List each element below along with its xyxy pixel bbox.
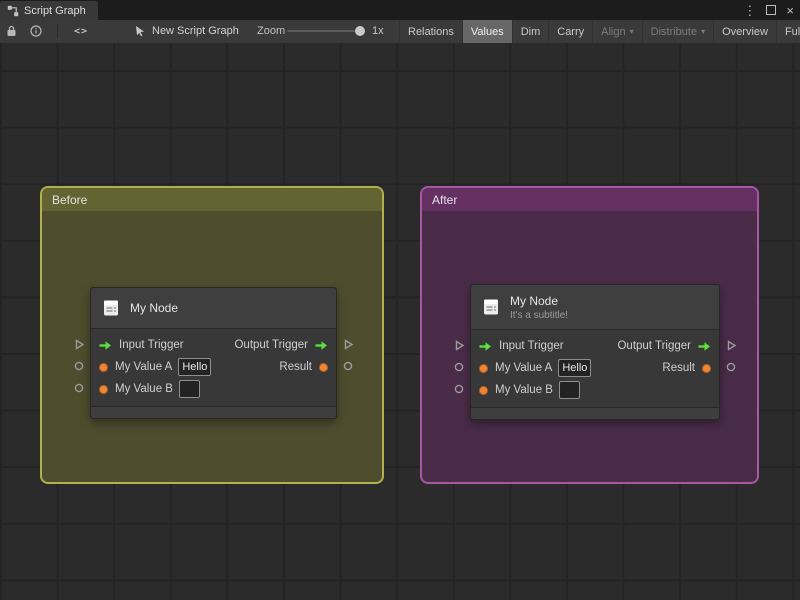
group-label: After bbox=[432, 192, 458, 207]
code-icon[interactable]: <> bbox=[74, 20, 88, 42]
ext-flow-in-port[interactable] bbox=[453, 339, 465, 351]
tab-bar: Script Graph ⋮ × bbox=[0, 0, 800, 20]
node-title: My Node bbox=[130, 301, 179, 315]
values-button[interactable]: Values bbox=[462, 20, 513, 43]
zoom-slider-track bbox=[287, 30, 361, 32]
value-a-field[interactable]: Hello bbox=[558, 359, 592, 377]
group-before-header[interactable]: Before bbox=[42, 188, 382, 211]
ext-value-port[interactable] bbox=[342, 360, 354, 372]
port-label: My Value B bbox=[115, 383, 173, 395]
relations-button[interactable]: Relations bbox=[399, 20, 463, 43]
graph-breadcrumb[interactable]: New Script Graph bbox=[134, 20, 239, 42]
value-a-field[interactable]: Hello bbox=[178, 358, 212, 376]
toolbar: <> New Script Graph Zoom 1x Relations Va… bbox=[0, 20, 800, 44]
value-port-icon[interactable] bbox=[701, 363, 712, 374]
maximize-icon[interactable] bbox=[766, 5, 777, 15]
group-before[interactable]: Before My Node Input Trigger Output Trig… bbox=[40, 186, 384, 484]
overview-button[interactable]: Overview bbox=[714, 20, 777, 43]
ext-value-port[interactable] bbox=[453, 383, 465, 395]
port-row: My Value B bbox=[471, 379, 719, 401]
fullscreen-button[interactable]: Full Scr bbox=[777, 20, 800, 43]
ext-flow-out-port[interactable] bbox=[342, 338, 354, 350]
node-footer bbox=[91, 406, 336, 418]
value-b-field[interactable] bbox=[178, 380, 200, 398]
flow-out-port-icon[interactable] bbox=[314, 340, 329, 351]
port-row: My Value B bbox=[91, 378, 336, 400]
port-label: Output Trigger bbox=[234, 339, 308, 351]
tab-title: Script Graph bbox=[24, 4, 86, 17]
toolbar-separator bbox=[57, 24, 58, 38]
script-graph-icon bbox=[7, 5, 19, 17]
ext-flow-out-port[interactable] bbox=[725, 339, 737, 351]
port-rows: Input Trigger Output Trigger My Value A … bbox=[91, 329, 336, 406]
lock-icon[interactable] bbox=[6, 20, 17, 42]
chevron-down-icon: ▾ bbox=[701, 27, 706, 36]
port-rows: Input Trigger Output Trigger My Value A … bbox=[471, 330, 719, 407]
flow-in-port-icon[interactable] bbox=[478, 341, 493, 352]
port-row: My Value A Hello Result bbox=[91, 356, 336, 378]
flow-out-port-icon[interactable] bbox=[697, 341, 712, 352]
window-controls: ⋮ × bbox=[743, 0, 794, 20]
graph-select-icon bbox=[134, 25, 146, 37]
ext-value-port[interactable] bbox=[73, 360, 85, 372]
port-label: Output Trigger bbox=[617, 340, 691, 352]
group-label: Before bbox=[52, 192, 88, 207]
node-subtitle: It's a subtitle! bbox=[510, 309, 569, 321]
ext-flow-in-port[interactable] bbox=[73, 338, 85, 350]
align-dropdown[interactable]: Align ▾ bbox=[593, 20, 643, 43]
node-title: My Node bbox=[510, 293, 559, 308]
zoom-slider-knob[interactable] bbox=[355, 26, 365, 36]
ext-value-port[interactable] bbox=[725, 361, 737, 373]
port-label: Result bbox=[662, 362, 695, 374]
group-after[interactable]: After My Node It's a subtitle! Input Tri… bbox=[420, 186, 759, 484]
value-port-icon[interactable] bbox=[478, 385, 489, 396]
zoom-value: 1x bbox=[372, 25, 384, 37]
port-label: My Value A bbox=[115, 361, 173, 373]
graph-name: New Script Graph bbox=[152, 25, 239, 37]
ext-value-port[interactable] bbox=[73, 382, 85, 394]
node-icon bbox=[481, 297, 501, 317]
toolbar-buttons: Relations Values Dim Carry Align ▾ Distri… bbox=[399, 20, 800, 43]
port-label: Result bbox=[279, 361, 312, 373]
menu-icon[interactable]: ⋮ bbox=[743, 4, 756, 17]
node-header[interactable]: My Node It's a subtitle! bbox=[471, 285, 719, 330]
flow-in-port-icon[interactable] bbox=[98, 340, 113, 351]
graph-canvas[interactable]: Before My Node Input Trigger Output Trig… bbox=[0, 43, 800, 600]
port-row: Input Trigger Output Trigger bbox=[91, 334, 336, 356]
carry-button[interactable]: Carry bbox=[549, 20, 594, 43]
distribute-dropdown[interactable]: Distribute ▾ bbox=[643, 20, 715, 43]
script-graph-tab[interactable]: Script Graph bbox=[0, 1, 98, 20]
node-before[interactable]: My Node Input Trigger Output Trigger My … bbox=[74, 287, 353, 419]
group-after-header[interactable]: After bbox=[422, 188, 757, 211]
node-footer bbox=[471, 407, 719, 419]
close-icon[interactable]: × bbox=[786, 4, 794, 17]
port-label: Input Trigger bbox=[499, 340, 564, 352]
value-port-icon[interactable] bbox=[478, 363, 489, 374]
port-label: My Value A bbox=[495, 362, 553, 374]
port-label: Input Trigger bbox=[119, 339, 184, 351]
port-row: My Value A Hello Result bbox=[471, 357, 719, 379]
node-header[interactable]: My Node bbox=[91, 288, 336, 329]
value-port-icon[interactable] bbox=[98, 384, 109, 395]
value-port-icon[interactable] bbox=[98, 362, 109, 373]
value-b-field[interactable] bbox=[558, 381, 580, 399]
dim-button[interactable]: Dim bbox=[513, 20, 550, 43]
info-icon[interactable] bbox=[30, 20, 42, 42]
port-row: Input Trigger Output Trigger bbox=[471, 335, 719, 357]
value-port-icon[interactable] bbox=[318, 362, 329, 373]
zoom-label: Zoom bbox=[257, 25, 286, 37]
ext-value-port[interactable] bbox=[453, 361, 465, 373]
port-label: My Value B bbox=[495, 384, 553, 396]
chevron-down-icon: ▾ bbox=[629, 27, 634, 36]
node-icon bbox=[101, 298, 121, 318]
zoom-slider[interactable] bbox=[287, 20, 367, 42]
node-after[interactable]: My Node It's a subtitle! Input Trigger O… bbox=[454, 284, 736, 420]
